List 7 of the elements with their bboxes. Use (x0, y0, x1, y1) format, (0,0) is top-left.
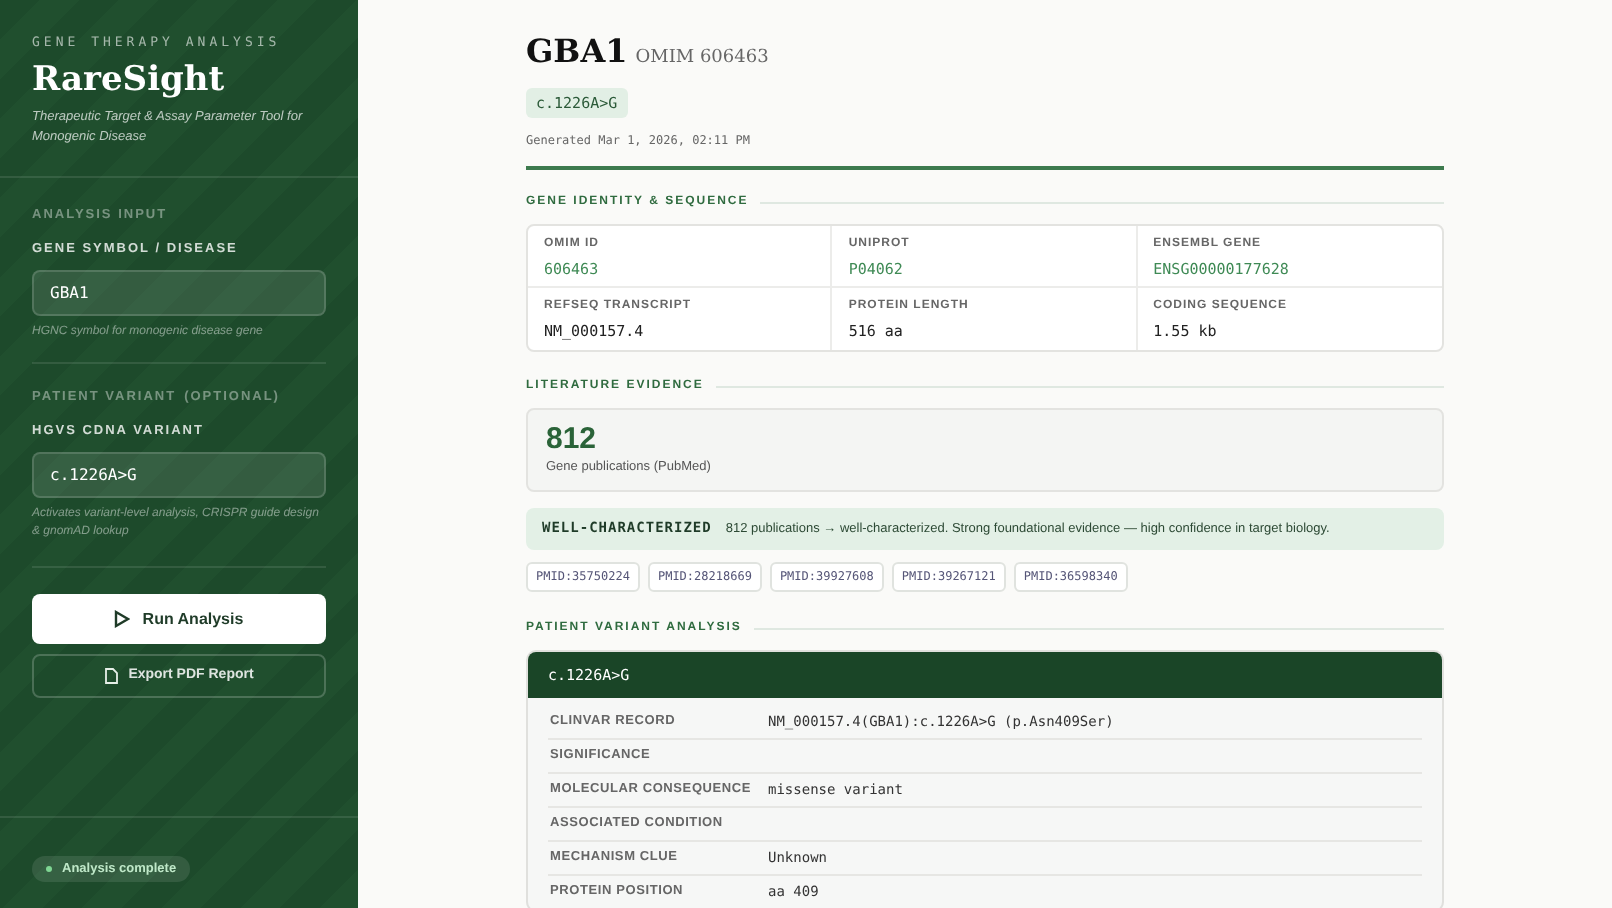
gene-title: GBA1 (526, 30, 628, 74)
document-icon (104, 668, 119, 685)
omim-label: OMIM 606463 (635, 46, 769, 72)
app-title: RareSight (32, 57, 227, 102)
publication-count: 812 (546, 422, 599, 458)
play-icon (114, 610, 131, 629)
run-button[interactable]: Run Analysis (32, 594, 326, 645)
